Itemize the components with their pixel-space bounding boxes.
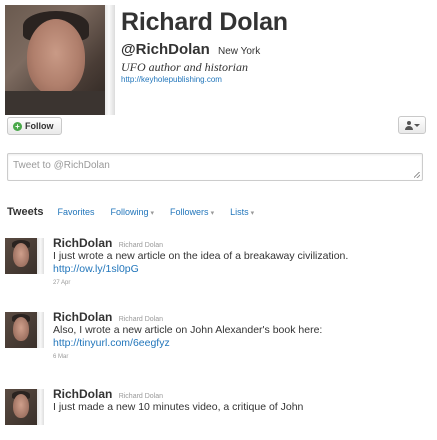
tweet-author-name: Richard Dolan [118, 242, 164, 249]
tweet-avatar[interactable] [5, 238, 37, 274]
avatar-face [13, 317, 29, 341]
tweet-text: I just made a new 10 minutes video, a cr… [53, 401, 433, 414]
follow-button[interactable]: + Follow [7, 117, 62, 135]
tweet-timestamp[interactable]: 27 Apr [53, 280, 70, 286]
profile-url-link[interactable]: http://keyholepublishing.com [121, 75, 222, 84]
tweet-author: RichDolan Richard Dolan [53, 310, 163, 324]
avatar-shirt [5, 91, 105, 115]
tweet-timestamp[interactable]: 6 Mar [53, 354, 68, 360]
tweet-avatar[interactable] [5, 312, 37, 348]
profile-location: New York [217, 46, 261, 57]
tweet-link[interactable]: http://ow.ly/1sl0pG [53, 263, 139, 275]
avatar-face [13, 243, 29, 267]
follow-button-label: Follow [25, 121, 54, 131]
tab-tweets[interactable]: Tweets [7, 206, 43, 218]
tweet-avatar[interactable] [5, 389, 37, 425]
tab-followers-label: Followers [170, 207, 209, 217]
tweet-compose-placeholder: Tweet to @RichDolan [13, 160, 110, 171]
tab-followers[interactable]: Followers ▾ [170, 207, 214, 217]
tweet-author: RichDolan Richard Dolan [53, 236, 163, 250]
tweet-text: I just wrote a new article on the idea o… [53, 250, 433, 276]
tweet-link[interactable]: http://tinyurl.com/6eegfyz [53, 337, 170, 349]
tab-favorites[interactable]: Favorites [57, 207, 94, 217]
avatar-frame-bar [37, 389, 44, 425]
tweet-body: I just wrote a new article on the idea o… [53, 250, 349, 262]
avatar-face [27, 19, 85, 95]
tweet-body: I just made a new 10 minutes video, a cr… [53, 401, 304, 413]
tweet-body: Also, I wrote a new article on John Alex… [53, 324, 323, 336]
tab-lists[interactable]: Lists ▾ [230, 207, 254, 217]
chevron-down-icon: ▾ [250, 210, 255, 217]
avatar-frame-bar [37, 238, 44, 274]
tab-following[interactable]: Following ▾ [111, 207, 155, 217]
tab-lists-label: Lists [230, 207, 249, 217]
chevron-down-icon: ▾ [210, 210, 215, 217]
tweet-author: RichDolan Richard Dolan [53, 387, 163, 401]
resize-grip-icon[interactable] [414, 172, 420, 178]
avatar-frame-bar [105, 5, 115, 115]
tweet-author-handle[interactable]: RichDolan [53, 387, 112, 401]
profile-bio: UFO author and historian [121, 60, 249, 74]
chevron-down-icon: ▾ [150, 210, 155, 217]
person-icon [404, 120, 413, 130]
tweet-text: Also, I wrote a new article on John Alex… [53, 324, 433, 350]
tab-following-label: Following [110, 207, 149, 217]
chevron-down-icon [413, 123, 420, 127]
avatar-face [13, 394, 29, 418]
profile-tabs: Tweets Favorites Following ▾ Followers ▾ L… [7, 206, 270, 218]
profile-handle: @RichDolan [121, 41, 210, 58]
profile-avatar[interactable] [5, 5, 105, 115]
tweet-author-handle[interactable]: RichDolan [53, 236, 112, 250]
user-actions-dropdown-button[interactable] [398, 116, 426, 134]
tweet-author-name: Richard Dolan [118, 316, 164, 323]
tweet-author-handle[interactable]: RichDolan [53, 310, 112, 324]
follow-plus-icon: + [13, 121, 22, 131]
tweet-author-name: Richard Dolan [118, 393, 164, 400]
profile-name: Richard Dolan [121, 8, 288, 36]
profile-handle-line: @RichDolan New York [121, 41, 260, 58]
tweet-compose-input[interactable]: Tweet to @RichDolan [7, 153, 423, 181]
avatar-frame-bar [37, 312, 44, 348]
